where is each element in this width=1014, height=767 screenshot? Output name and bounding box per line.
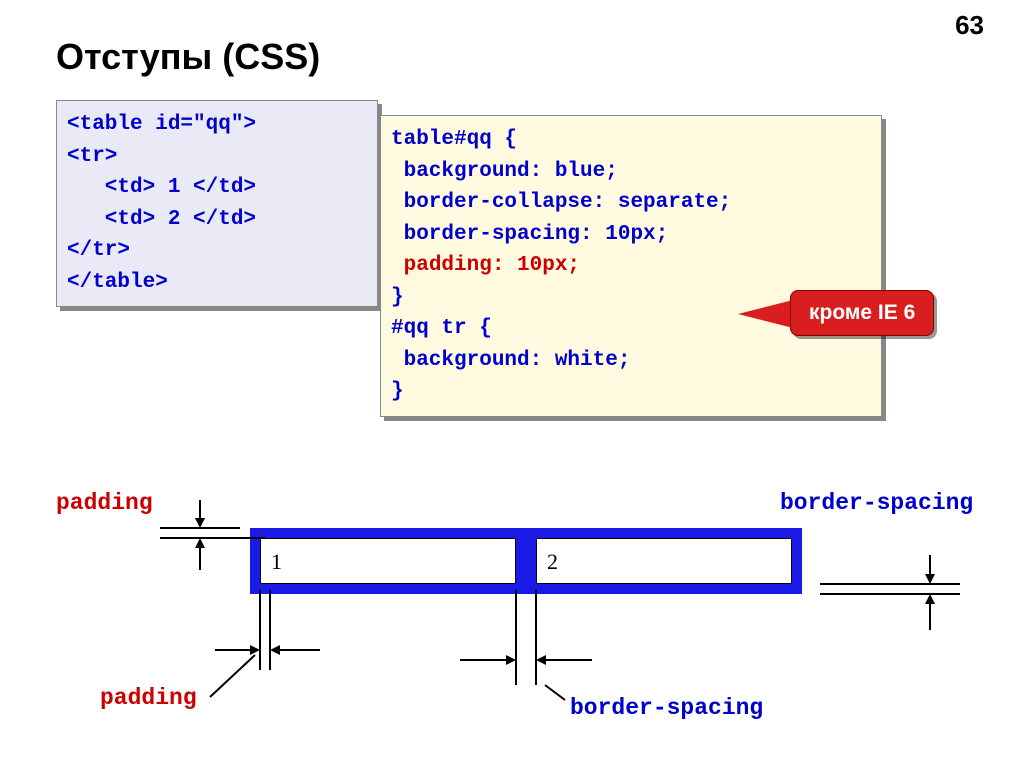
padding-diagram: 1 2 padding border-spacing padding borde… (0, 490, 1014, 760)
code-line: <td> 2 </td> (67, 208, 256, 231)
code-line: <tr> (67, 145, 117, 168)
callout-bubble: кроме IE 6 (790, 290, 934, 336)
html-code-block: <table id="qq"> <tr> <td> 1 </td> <td> 2… (56, 100, 378, 307)
page-number: 63 (955, 10, 984, 41)
code-line: border-spacing: 10px; (391, 223, 668, 246)
callout-arrow-icon (738, 300, 793, 328)
code-line: </tr> (67, 239, 130, 262)
code-line: background: white; (391, 349, 630, 372)
code-highlight: padding: 10px; (404, 254, 580, 277)
code-line: } (391, 380, 404, 403)
code-line: <td> 1 </td> (67, 176, 256, 199)
code-line: </table> (67, 271, 168, 294)
css-code-block: table#qq { background: blue; border-coll… (380, 115, 882, 417)
code-line: background: blue; (391, 160, 618, 183)
code-line: <table id="qq"> (67, 113, 256, 136)
dimension-arrows (0, 490, 1014, 760)
slide-title: Отступы (CSS) (56, 36, 320, 78)
code-line: #qq tr { (391, 317, 492, 340)
code-line: } (391, 286, 404, 309)
code-line: table#qq { (391, 128, 517, 151)
code-line: border-collapse: separate; (391, 191, 731, 214)
code-line (391, 254, 404, 277)
